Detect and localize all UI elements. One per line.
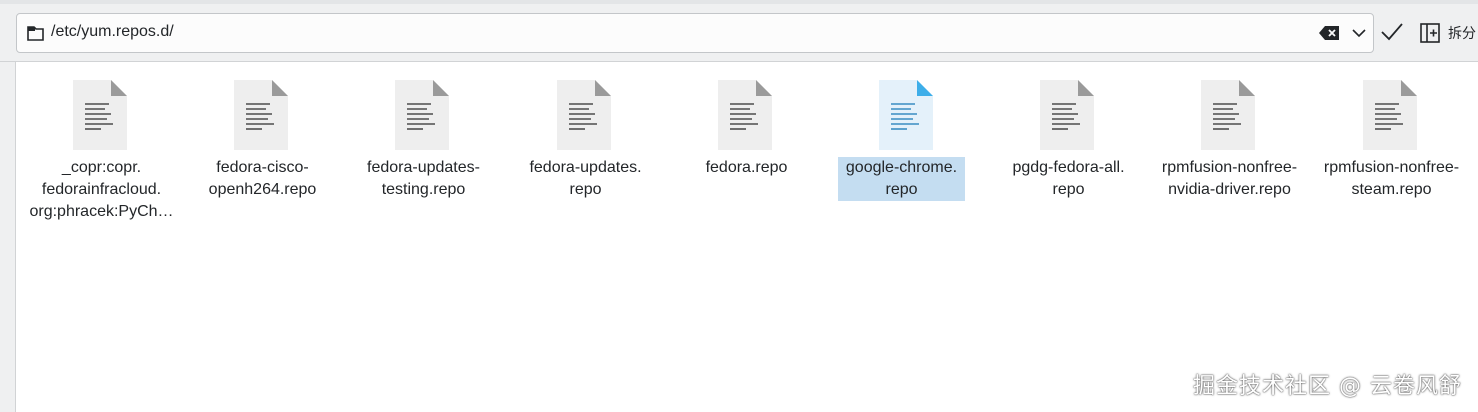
file-item[interactable]: google-chrome. repo — [827, 64, 988, 224]
file-item[interactable]: fedora.repo — [666, 64, 827, 224]
file-name: fedora-cisco- openh264.repo — [208, 159, 317, 198]
folder-icon — [27, 26, 44, 41]
text-file-icon — [73, 80, 127, 150]
file-view[interactable]: _copr:copr. fedorainfracloud. org:phrace… — [15, 62, 1478, 412]
file-name: google-chrome. repo — [838, 157, 965, 201]
file-item[interactable]: _copr:copr. fedorainfracloud. org:phrace… — [21, 64, 182, 224]
text-file-icon — [1040, 80, 1094, 150]
file-item[interactable]: fedora-updates. repo — [505, 64, 666, 224]
text-file-icon — [718, 80, 772, 150]
file-name: rpmfusion-nonfree- steam.repo — [1323, 159, 1460, 198]
text-file-icon — [1201, 80, 1255, 150]
split-view-icon — [1420, 23, 1440, 43]
file-name: _copr:copr. fedorainfracloud. org:phrace… — [29, 159, 174, 220]
file-name: rpmfusion-nonfree- nvidia-driver.repo — [1161, 159, 1298, 198]
chevron-down-icon[interactable] — [1352, 27, 1366, 39]
file-name: pgdg-fedora-all. repo — [1012, 159, 1125, 198]
location-path[interactable]: /etc/yum.repos.d/ — [51, 23, 174, 41]
text-file-icon — [234, 80, 288, 150]
file-name: fedora-updates. repo — [529, 159, 642, 198]
window-top-edge — [0, 0, 1478, 4]
file-item[interactable]: rpmfusion-nonfree- steam.repo — [1311, 64, 1472, 224]
clear-text-icon[interactable] — [1319, 25, 1340, 41]
file-name: fedora.repo — [705, 159, 788, 176]
file-item[interactable]: fedora-cisco- openh264.repo — [182, 64, 343, 224]
toolbar: /etc/yum.repos.d/ 拆分 — [0, 0, 1478, 62]
watermark-text: 掘金技术社区 @ 云卷风舒 — [1193, 374, 1462, 399]
split-view-label: 拆分 — [1448, 25, 1476, 41]
split-view-button[interactable]: 拆分 — [1420, 21, 1478, 45]
text-file-icon — [879, 80, 933, 150]
location-bar[interactable]: /etc/yum.repos.d/ — [16, 13, 1374, 53]
text-file-icon — [1363, 80, 1417, 150]
file-item[interactable]: pgdg-fedora-all. repo — [988, 64, 1149, 224]
file-item[interactable]: fedora-updates- testing.repo — [343, 64, 504, 224]
file-item[interactable]: rpmfusion-nonfree- nvidia-driver.repo — [1149, 64, 1310, 224]
check-icon[interactable] — [1381, 23, 1403, 41]
text-file-icon — [557, 80, 611, 150]
text-file-icon — [395, 80, 449, 150]
file-name: fedora-updates- testing.repo — [367, 159, 480, 198]
